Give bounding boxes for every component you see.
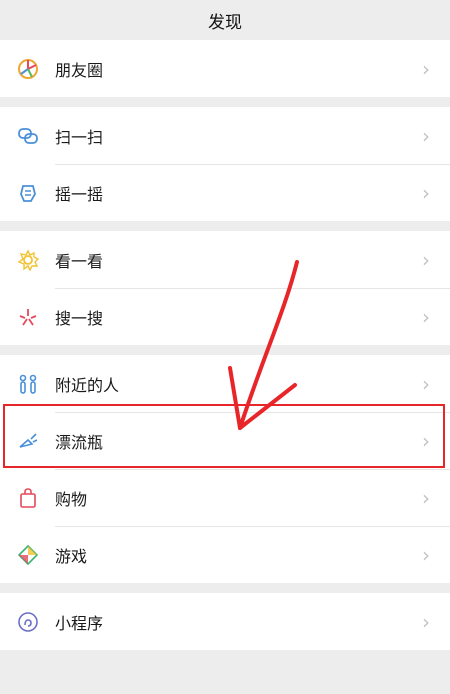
annotation-arrow: [228, 260, 299, 430]
menu-item-label: 购物: [55, 489, 88, 509]
drift-bottle-icon: [17, 430, 39, 452]
chevron-right-icon: ›: [422, 304, 430, 329]
chevron-right-icon: ›: [422, 609, 430, 634]
menu-item-shopping[interactable]: 购物 ›: [0, 469, 450, 526]
scan-icon: [17, 125, 39, 147]
group-moments: 朋友圈 ›: [0, 40, 450, 97]
group-mini-programs: 小程序 ›: [0, 593, 450, 650]
mini-programs-icon: [17, 611, 39, 633]
moments-icon: [17, 58, 39, 80]
menu-item-top-stories[interactable]: 看一看 ›: [0, 231, 450, 288]
menu-item-label: 游戏: [55, 546, 88, 566]
people-nearby-icon: [17, 373, 39, 395]
shopping-bag-icon: [17, 487, 39, 509]
chevron-right-icon: ›: [422, 542, 430, 567]
page-header: 发现: [0, 0, 450, 40]
menu-item-scan[interactable]: 扫一扫 ›: [0, 107, 450, 164]
chevron-right-icon: ›: [422, 428, 430, 453]
menu-item-games[interactable]: 游戏 ›: [0, 526, 450, 583]
menu-item-moments[interactable]: 朋友圈 ›: [0, 40, 450, 97]
group-discover: 看一看 › 搜一搜 ›: [0, 231, 450, 345]
menu-item-label: 漂流瓶: [55, 432, 104, 452]
chevron-right-icon: ›: [422, 247, 430, 272]
menu-item-label: 看一看: [55, 251, 104, 271]
group-social: 附近的人 › 漂流瓶 › 购物 › 游戏 ›: [0, 355, 450, 583]
menu-item-label: 朋友圈: [55, 60, 104, 80]
shake-icon: [17, 182, 39, 204]
menu-item-shake[interactable]: 摇一摇 ›: [0, 164, 450, 221]
page-title: 发现: [208, 12, 242, 33]
top-stories-icon: [17, 248, 39, 271]
menu-item-label: 附近的人: [55, 375, 120, 395]
chevron-right-icon: ›: [422, 123, 430, 148]
menu-item-mini-programs[interactable]: 小程序 ›: [0, 593, 450, 650]
menu-item-label: 扫一扫: [55, 127, 104, 147]
games-icon: [17, 544, 39, 566]
chevron-right-icon: ›: [422, 56, 430, 81]
menu-item-label: 搜一搜: [55, 308, 104, 328]
chevron-right-icon: ›: [422, 180, 430, 205]
menu-item-label: 小程序: [55, 613, 104, 633]
chevron-right-icon: ›: [422, 371, 430, 396]
menu-item-search[interactable]: 搜一搜 ›: [0, 288, 450, 345]
menu-item-drift-bottle[interactable]: 漂流瓶 ›: [0, 412, 450, 469]
group-scan-shake: 扫一扫 › 摇一摇 ›: [0, 107, 450, 221]
search-icon: [17, 306, 39, 328]
menu-item-label: 摇一摇: [55, 184, 104, 204]
chevron-right-icon: ›: [422, 485, 430, 510]
menu-item-people-nearby[interactable]: 附近的人 ›: [0, 355, 450, 412]
